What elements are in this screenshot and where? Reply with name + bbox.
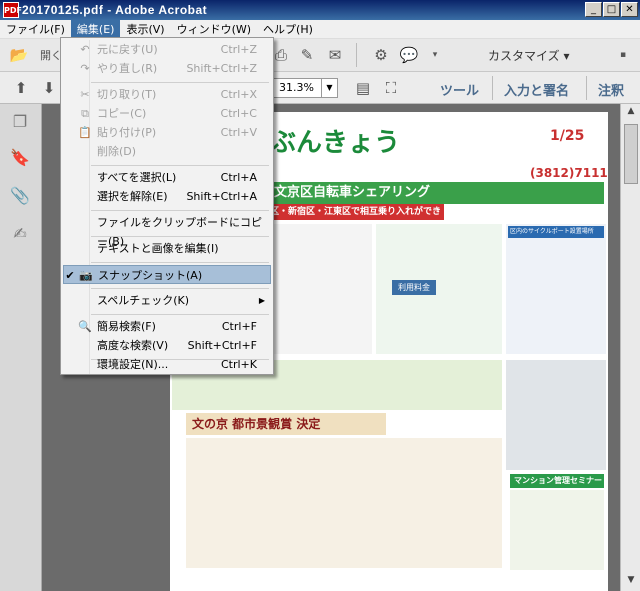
prev-page-icon[interactable]: ⬆ [10, 77, 32, 99]
signature-icon[interactable]: ✍ [10, 224, 30, 246]
bookmark-icon[interactable]: 🔖 [10, 148, 30, 170]
gear-icon[interactable]: ⚙ [370, 44, 392, 66]
close-button[interactable]: ✕ [621, 2, 638, 17]
photo-block [506, 360, 606, 470]
left-nav-pane: ❐ 🔖 📎 ✍ [0, 104, 42, 591]
scroll-thumb[interactable] [624, 124, 638, 184]
undo-icon: ↶ [80, 43, 90, 56]
tools-button[interactable]: ツール [440, 80, 479, 99]
issue-date: 1/25 [550, 128, 585, 144]
sign-pen-icon[interactable]: ✎ [296, 44, 318, 66]
comment-bubble-icon[interactable]: 💬 [398, 44, 420, 66]
landscape-award-title: 文の京 都市景観賞 決定 [186, 413, 386, 435]
customize-dropdown[interactable]: カスタマイズ ▾ [488, 47, 570, 64]
vertical-scrollbar[interactable]: ▲ ▼ [620, 104, 640, 591]
maximize-button[interactable]: □ [603, 2, 620, 17]
seminar-block [510, 490, 604, 570]
scroll-up-icon[interactable]: ▲ [624, 106, 638, 120]
fit-page-icon[interactable]: ▤ [352, 77, 374, 99]
menu-edit[interactable]: 編集(E) [70, 19, 121, 39]
zoom-select[interactable]: 31.3% ▼ [272, 78, 338, 98]
scroll-down-icon[interactable]: ▼ [624, 575, 638, 589]
pdf-icon: PDF [3, 2, 22, 18]
phone-number: (3812)7111 [530, 166, 608, 180]
edit-menu: ↶ 元に戻す(U) Ctrl+Z ↷ やり直し(R) Shift+Ctrl+Z ✂ 切り取… [60, 37, 274, 375]
headline-banner: 文京区自転車シェアリング [264, 182, 604, 204]
menu-item-copy[interactable]: ⧉ コピー(C) Ctrl+C [63, 104, 271, 123]
customize-label: カスタマイズ [488, 49, 560, 63]
search-icon: 🔍 [78, 320, 92, 333]
chevron-down-icon: ▼ [321, 79, 337, 97]
port-list-block: 区内のサイクルポート設置場所 [506, 224, 606, 354]
minimize-button[interactable]: _ [585, 2, 602, 17]
attachment-icon[interactable]: 📎 [10, 186, 30, 208]
menu-item-advanced-search[interactable]: 高度な検索(V) Shift+Ctrl+F [63, 336, 271, 355]
menu-item-snapshot[interactable]: ✔ 📷 スナップショット(A) [63, 265, 271, 284]
chevron-down-icon[interactable]: ▾ [424, 44, 446, 66]
menu-file[interactable]: ファイル(F) [0, 20, 71, 39]
open-folder-icon[interactable]: 📂 [8, 44, 30, 66]
menu-item-edit-text-images[interactable]: テキストと画像を編集(I) [63, 239, 271, 258]
comment-button[interactable]: 注釈 [598, 80, 624, 99]
scissors-icon: ✂ [80, 88, 90, 101]
menu-item-paste[interactable]: 📋 貼り付け(P) Ctrl+V [63, 123, 271, 142]
email-icon[interactable]: ✉ [324, 44, 346, 66]
menu-item-cut[interactable]: ✂ 切り取り(T) Ctrl+X [63, 85, 271, 104]
paste-icon: 📋 [78, 126, 92, 139]
page-thumbnails-icon[interactable]: ❐ [10, 112, 30, 134]
newsletter-title: ぶんきょう [270, 127, 401, 157]
port-list-title: 区内のサイクルポート設置場所 [508, 226, 604, 238]
next-page-icon[interactable]: ⬇ [38, 77, 60, 99]
title-bar: PDF 20170125.pdf - Adobe Acrobat _ □ ✕ [0, 0, 640, 20]
redo-icon: ↷ [80, 62, 90, 75]
menu-help[interactable]: ヘルプ(H) [257, 20, 319, 39]
mansion-seminar-title: マンション管理セミナー [510, 474, 604, 488]
menu-item-copy-file-to-clipboard[interactable]: ファイルをクリップボードにコピー(B) [63, 213, 271, 248]
subhead-banner: 区・新宿区・江東区で相互乗り入れができます [264, 204, 444, 233]
submenu-arrow-icon: ▶ [258, 296, 265, 305]
window-title: 20170125.pdf - Adobe Acrobat [22, 3, 208, 17]
fill-sign-button[interactable]: 入力と署名 [504, 80, 569, 99]
menu-item-redo[interactable]: ↷ やり直し(R) Shift+Ctrl+Z [63, 59, 271, 78]
camera-icon: 📷 [79, 269, 93, 282]
fullscreen-icon[interactable]: ⛶ [380, 77, 402, 99]
check-icon: ✔ [65, 269, 75, 282]
menu-item-spell-check[interactable]: スペルチェック(K) ▶ [63, 291, 271, 310]
menu-item-undo[interactable]: ↶ 元に戻す(U) Ctrl+Z [63, 40, 271, 59]
usage-fee-label: 利用料金 [392, 280, 436, 295]
usage-fee-block: 利用料金 [376, 224, 502, 354]
award-block [186, 438, 502, 568]
menu-view[interactable]: 表示(V) [120, 20, 170, 39]
zoom-value: 31.3% [279, 81, 314, 94]
menu-item-select-all[interactable]: すべてを選択(L) Ctrl+A [63, 168, 271, 187]
chevron-down-icon: ▾ [563, 49, 570, 63]
menu-item-find[interactable]: 🔍 簡易検索(F) Ctrl+F [63, 317, 271, 336]
window-controls: _ □ ✕ [585, 2, 638, 17]
menu-item-preferences[interactable]: 環境設定(N)... Ctrl+K [63, 355, 271, 374]
more-tools-icon[interactable]: ▪ [612, 44, 634, 66]
menu-item-delete[interactable]: 削除(D) [63, 142, 271, 161]
menu-window[interactable]: ウィンドウ(W) [171, 20, 257, 39]
copy-icon: ⧉ [81, 107, 89, 120]
menu-item-deselect-all[interactable]: 選択を解除(E) Shift+Ctrl+A [63, 187, 271, 206]
